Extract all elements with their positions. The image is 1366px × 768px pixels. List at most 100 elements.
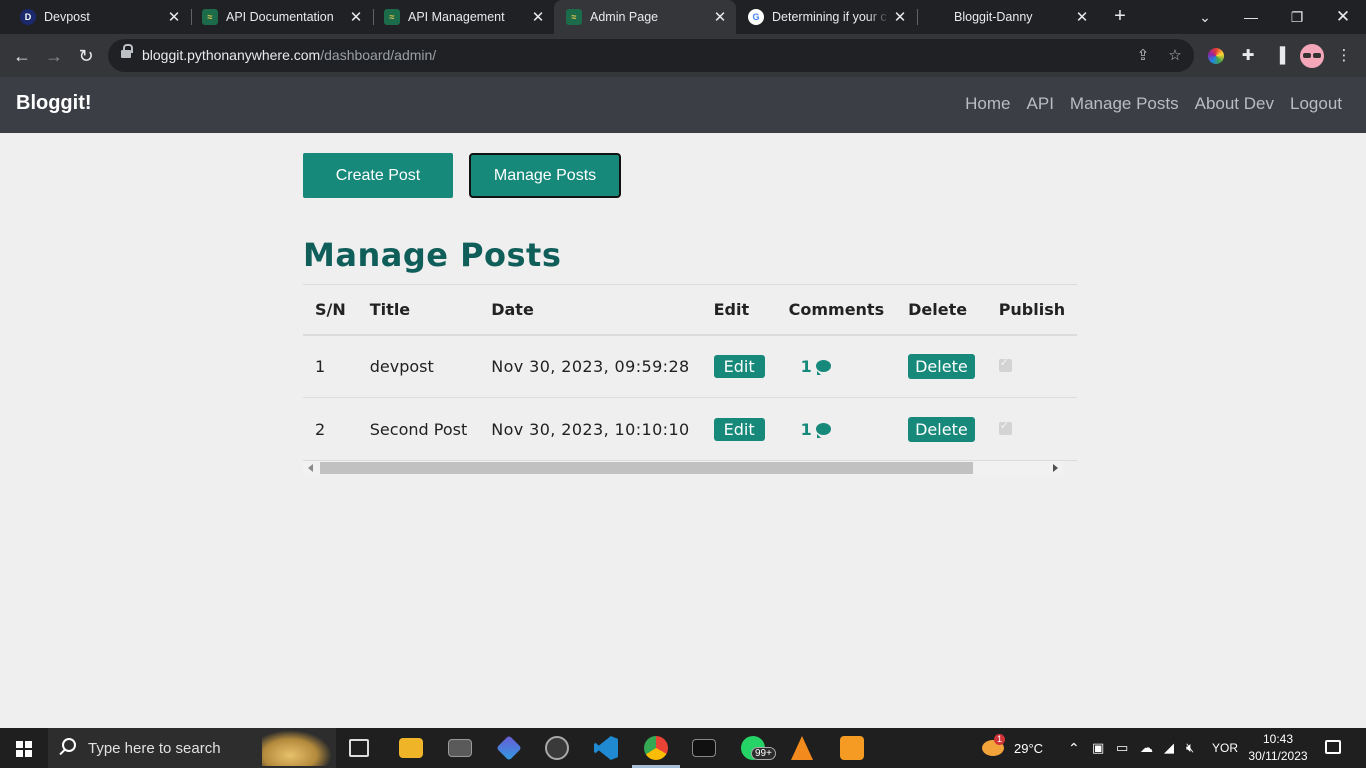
manage-posts-button[interactable]: Manage Posts [469,153,621,198]
file-explorer-icon[interactable] [399,738,423,758]
table-horizontal-scrollbar[interactable] [303,461,1063,475]
show-hidden-icons-chevron-icon[interactable]: ⌃ [1068,728,1080,768]
taskbar-search-box[interactable]: Type here to search [48,728,336,768]
app-window-icon[interactable] [448,739,472,757]
cell-delete: Delete [896,397,987,461]
notifications-icon[interactable] [1325,740,1341,754]
tab-google-search[interactable]: G Determining if your c ✕ [736,0,916,34]
chrome-icon[interactable] [644,736,668,760]
restore-icon[interactable]: ❐ [1274,0,1320,34]
nav-about-dev[interactable]: About Dev [1195,94,1274,114]
battery-icon[interactable]: ▭ [1116,728,1128,768]
comments-link[interactable]: 1 [789,357,831,376]
windows-start-icon[interactable] [16,741,32,757]
comments-link[interactable]: 1 [789,420,831,439]
new-tab-icon[interactable]: + [1108,4,1132,28]
cell-delete: Delete [896,334,987,398]
wifi-icon[interactable]: ◢ [1164,728,1174,768]
pythonanywhere-favicon-icon: ≈ [566,9,582,25]
create-post-button[interactable]: Create Post [303,153,453,198]
vlc-icon[interactable] [791,736,813,760]
taskbar-search-placeholder: Type here to search [88,740,221,757]
tab-devpost[interactable]: D Devpost ✕ [8,0,190,34]
power-automate-icon[interactable] [496,735,522,761]
comment-count: 1 [800,356,812,376]
meet-now-icon[interactable]: ▣ [1092,728,1104,768]
close-icon[interactable]: ✕ [1072,8,1092,26]
comment-count: 1 [800,419,812,439]
task-view-icon[interactable] [349,739,369,757]
table-row: 1 devpost Nov 30, 2023, 09:59:28 Edit 1 … [303,334,1078,398]
column-header-edit: Edit [701,284,777,336]
page-title: Manage Posts [303,236,562,274]
admin-actions: Create Post Manage Posts [303,153,621,198]
close-icon[interactable]: ✕ [890,8,910,26]
nav-links: Home API Manage Posts About Dev Logout [965,94,1342,114]
forward-arrow-icon[interactable]: → [40,42,68,70]
terminal-icon[interactable] [692,739,716,757]
google-favicon-icon: G [748,9,764,25]
side-panel-icon[interactable]: ▐ [1269,45,1291,67]
cell-date: Nov 30, 2023, 10:10:10 [479,397,702,461]
cell-edit: Edit [701,334,777,398]
scroll-left-arrow-icon[interactable] [308,464,313,472]
reload-icon[interactable]: ↻ [72,42,100,70]
taskbar-clock[interactable]: 10:43 30/11/2023 [1244,731,1312,765]
pythonanywhere-favicon-icon: ≈ [202,9,218,25]
url-text[interactable]: bloggit.pythonanywhere.com/dashboard/adm… [142,47,436,63]
tab-title: Determining if your c [772,10,887,24]
tab-search-chevron-icon[interactable]: ⌄ [1182,0,1228,34]
tab-title: Admin Page [590,10,659,24]
cell-comments: 1 [776,334,897,398]
tab-admin-page[interactable]: ≈ Admin Page ✕ [554,0,736,34]
language-indicator[interactable]: YOR [1212,728,1238,768]
column-header-delete: Delete [896,284,987,336]
publish-checkbox[interactable] [998,356,1012,372]
tab-api-management[interactable]: ≈ API Management ✕ [372,0,554,34]
cell-title: Second Post [357,397,480,461]
cell-date: Nov 30, 2023, 09:59:28 [479,334,702,398]
pythonanywhere-favicon-icon: ≈ [384,9,400,25]
edit-post-button[interactable]: Edit [713,354,765,378]
nav-api[interactable]: API [1027,94,1054,114]
lock-icon[interactable] [121,44,133,61]
search-icon [62,738,76,752]
close-icon[interactable]: ✕ [710,8,730,26]
cell-edit: Edit [701,397,777,461]
screen-recorder-icon[interactable] [840,736,864,760]
brand-logo[interactable]: Bloggit! [16,92,92,115]
close-icon[interactable]: ✕ [164,8,184,26]
color-extension-icon[interactable] [1208,48,1224,64]
close-icon[interactable]: ✕ [528,8,548,26]
volume-muted-icon[interactable]: 🔇︎ [1186,728,1194,768]
scrollbar-thumb[interactable] [320,462,973,474]
delete-post-button[interactable]: Delete [908,353,975,379]
extensions-puzzle-icon[interactable]: ✚ [1237,45,1259,67]
weather-widget[interactable]: 1 29°C [982,728,1043,768]
delete-post-button[interactable]: Delete [908,416,975,442]
vscode-icon[interactable] [594,736,618,760]
close-icon[interactable]: ✕ [346,8,366,26]
windows-taskbar: Type here to search 99+ 1 29°C ⌃ ▣ ▭ ☁ ◢… [0,728,1366,768]
edit-post-button[interactable]: Edit [713,417,765,441]
cell-comments: 1 [776,397,897,461]
share-icon[interactable]: ⇪ [1132,45,1154,67]
scroll-right-arrow-icon[interactable] [1053,464,1058,472]
close-window-icon[interactable]: ✕ [1320,0,1366,34]
more-menu-icon[interactable]: ⋮ [1333,45,1355,67]
tab-bloggit-danny[interactable]: Bloggit-Danny ✕ [918,0,1098,34]
nav-logout[interactable]: Logout [1290,94,1342,114]
media-player-icon[interactable] [545,736,569,760]
nav-home[interactable]: Home [965,94,1010,114]
tab-api-documentation[interactable]: ≈ API Documentation ✕ [190,0,372,34]
weather-badge: 1 [994,734,1005,745]
publish-checkbox[interactable] [998,419,1012,435]
onedrive-cloud-icon[interactable]: ☁ [1140,728,1153,768]
site-navbar: Bloggit! Home API Manage Posts About Dev… [0,77,1366,133]
address-bar[interactable]: bloggit.pythonanywhere.com/dashboard/adm… [108,39,1194,72]
back-arrow-icon[interactable]: ← [8,42,36,70]
minimize-icon[interactable]: — [1228,0,1274,34]
profile-avatar[interactable] [1300,44,1324,68]
bookmark-star-icon[interactable]: ☆ [1164,45,1186,67]
nav-manage-posts[interactable]: Manage Posts [1070,94,1179,114]
